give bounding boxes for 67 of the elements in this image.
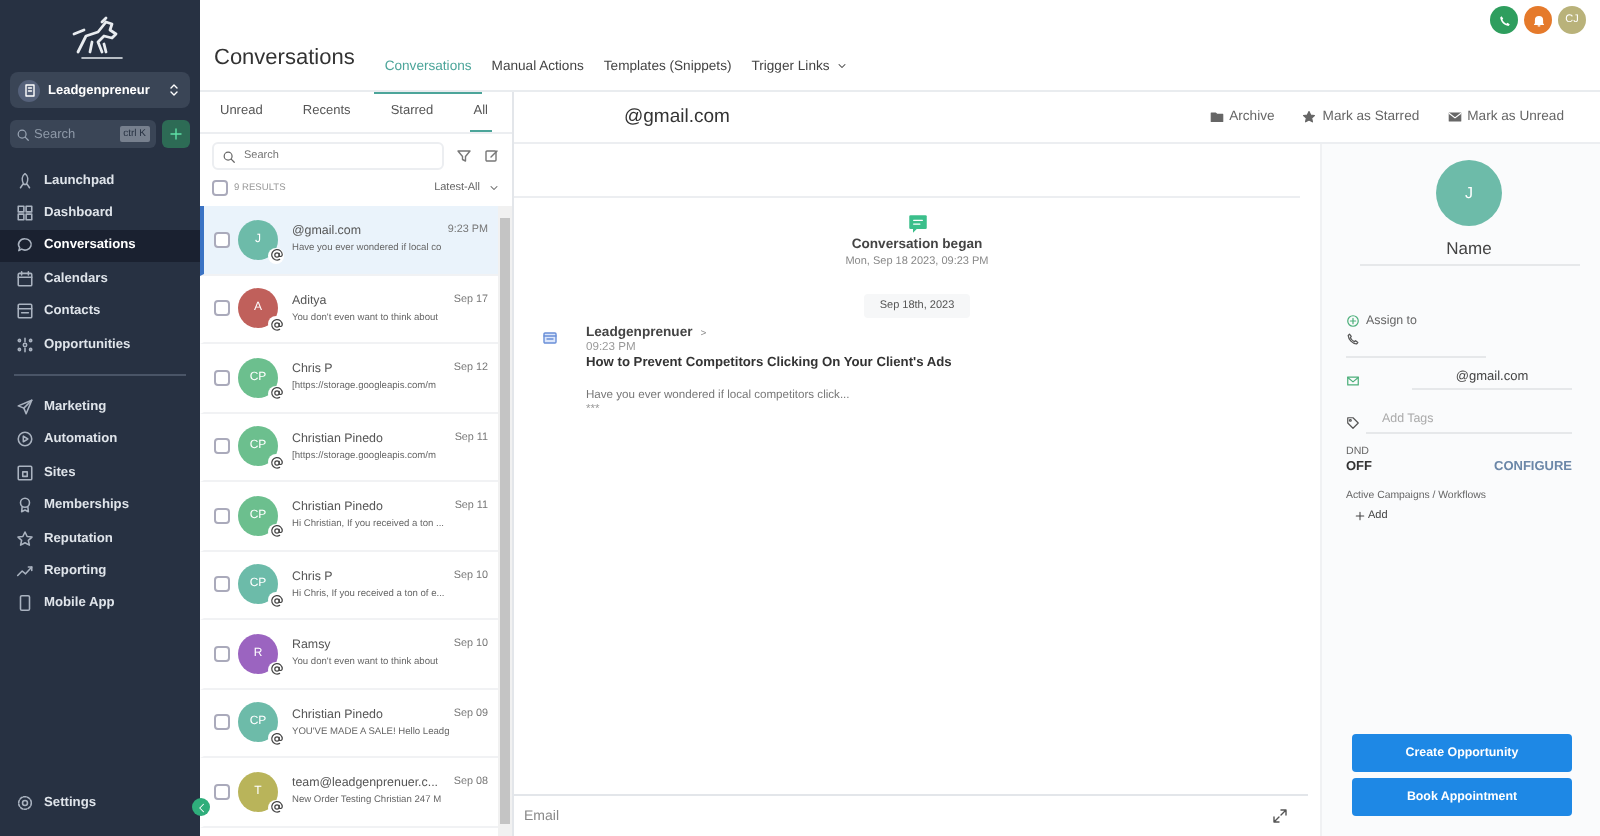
settings-icon xyxy=(16,794,34,813)
row-checkbox[interactable] xyxy=(214,507,230,524)
row-checkbox[interactable] xyxy=(214,369,230,386)
contact-email: @gmail.com xyxy=(624,106,732,128)
chat-icon xyxy=(16,236,34,255)
plus-circle-icon xyxy=(1346,314,1360,328)
plus-icon xyxy=(168,126,184,142)
row-checkbox[interactable] xyxy=(214,231,230,248)
plus-icon xyxy=(1354,510,1366,522)
network-icon xyxy=(16,335,34,354)
updown-caret-icon xyxy=(166,82,182,98)
collapse-button[interactable] xyxy=(192,798,210,816)
caret-down-icon xyxy=(488,182,500,194)
email-channel-icon xyxy=(268,316,284,333)
email-channel-icon xyxy=(268,592,284,609)
rocket-icon xyxy=(16,171,34,190)
row-checkbox[interactable] xyxy=(214,576,230,593)
phone-icon xyxy=(1497,13,1511,27)
search-icon xyxy=(222,149,236,163)
envelope-icon xyxy=(1346,373,1360,387)
row-checkbox[interactable] xyxy=(214,300,230,317)
expand-button[interactable] xyxy=(1272,808,1288,824)
star-icon xyxy=(1302,110,1317,124)
tag-icon xyxy=(1346,416,1360,430)
star-icon xyxy=(16,529,34,548)
play-icon xyxy=(16,430,34,449)
send-icon xyxy=(16,398,34,417)
calendar-icon xyxy=(16,269,34,288)
filter-button[interactable] xyxy=(456,148,472,164)
envelope-icon xyxy=(1447,110,1462,124)
scrollbar[interactable] xyxy=(498,206,512,836)
bell-icon xyxy=(1531,13,1545,27)
row-checkbox[interactable] xyxy=(214,438,230,455)
search-icon xyxy=(16,127,30,141)
select-all-checkbox[interactable] xyxy=(212,180,228,196)
row-checkbox[interactable] xyxy=(214,714,230,731)
email-channel-icon xyxy=(268,385,284,402)
email-channel-icon xyxy=(268,661,284,678)
filter-icon xyxy=(456,148,472,164)
phone-field[interactable] xyxy=(1346,332,1486,358)
medal-icon xyxy=(16,496,34,515)
folder-icon xyxy=(1209,110,1224,124)
grid-icon xyxy=(16,204,34,223)
expand-icon xyxy=(1272,808,1288,824)
email-channel-icon xyxy=(268,799,284,816)
contact-avatar: J xyxy=(1436,160,1502,226)
email-channel-icon xyxy=(268,730,284,747)
row-checkbox[interactable] xyxy=(214,645,230,662)
email-channel-icon xyxy=(268,454,284,471)
trend-icon xyxy=(16,561,34,580)
compose-icon xyxy=(484,148,500,164)
email-message-icon xyxy=(542,330,558,346)
chat-bubble-icon xyxy=(907,214,927,234)
chevron-left-icon xyxy=(195,801,207,813)
add-button[interactable] xyxy=(162,120,190,148)
email-channel-icon xyxy=(268,523,284,540)
page-title: Conversations xyxy=(214,46,355,70)
email-channel-icon xyxy=(268,247,284,264)
window-icon xyxy=(16,463,34,482)
contact-name-field[interactable]: Name xyxy=(1359,238,1579,266)
phone-icon xyxy=(1346,332,1360,346)
contact-card-icon xyxy=(16,302,34,321)
row-checkbox[interactable] xyxy=(214,783,230,800)
call-button[interactable] xyxy=(1490,6,1518,34)
mobile-icon xyxy=(16,594,34,613)
notifications-button[interactable] xyxy=(1524,6,1552,34)
compose-button[interactable] xyxy=(484,148,500,164)
